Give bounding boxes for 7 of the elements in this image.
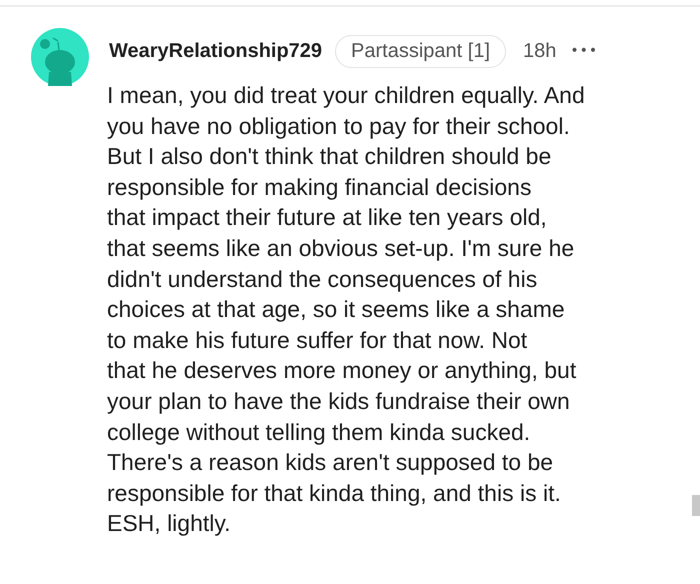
comment-text: I mean, you did treat your children equally. And you have no obligation to pay for their school. But I also don't think that children should be responsible for making financial decisions that impact their future at like ten years old, that seems like an obvious set-up. I'm sure he didn't understand the consequences of his choices at that age, so it seems like a shame to make his future suffer for that now. Not that he deserves more money or anything, but your plan to have the kids fundraise their own college without telling them kinda sucked. There's a reason kids aren't supposed to be responsible for that kinda thing, and this is it. ESH, lightly. [107,81,586,538]
timestamp: 18h [523,40,556,62]
avatar-icon [31,28,89,86]
more-options-button[interactable]: ••• [570,43,598,59]
user-flair: Partassipant [1] [335,34,506,68]
username[interactable]: WearyRelationship729 [109,40,322,62]
scrollbar-thumb[interactable] [692,495,700,516]
